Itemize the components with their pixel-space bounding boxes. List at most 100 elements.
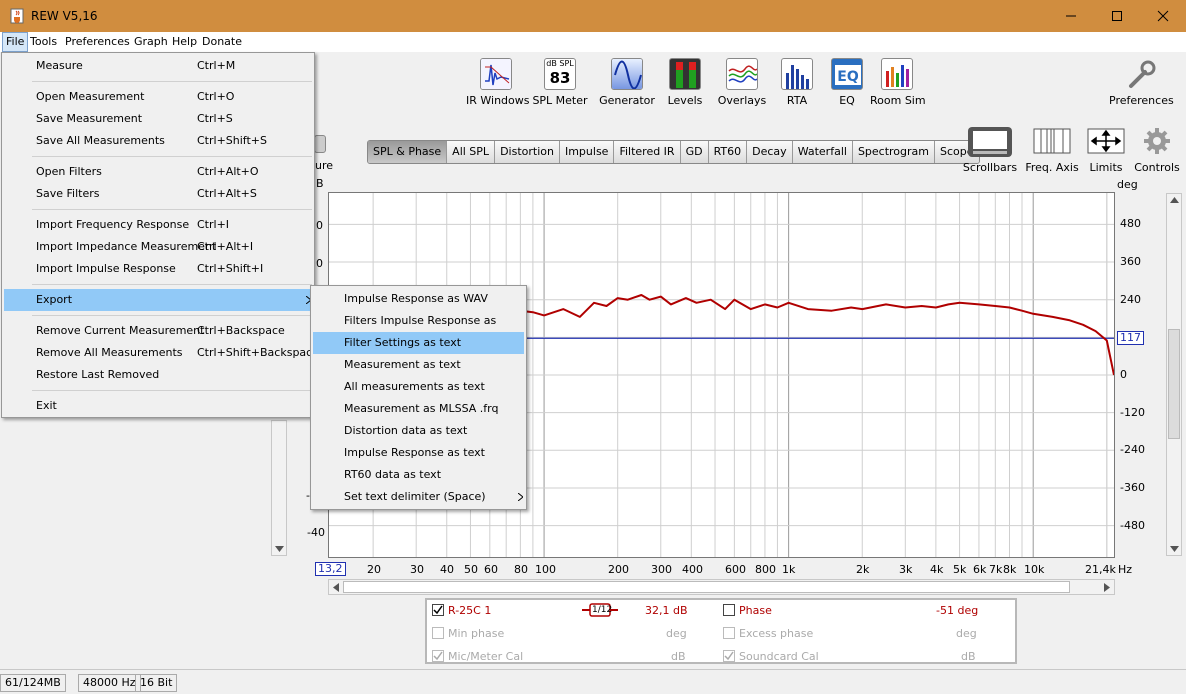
soundcard-cal-label: Soundcard Cal — [739, 650, 819, 663]
menu-item-remove-all[interactable]: Remove All Measurements Ctrl+Shift+Backsp… — [4, 342, 319, 364]
measurement-name: R-25C 1 — [448, 604, 492, 617]
tab-distortion[interactable]: Distortion — [495, 141, 560, 163]
menu-tools[interactable]: Tools — [27, 32, 60, 52]
x-axis-tick: 100 — [535, 563, 556, 576]
menu-item-export[interactable]: Export — [4, 289, 312, 311]
measure-label-fragment: ure — [315, 159, 334, 172]
left-axis-tick-low: -40 — [307, 526, 325, 539]
chevron-left-icon — [333, 583, 339, 592]
export-measurement-text[interactable]: Measurement as text — [313, 354, 524, 376]
measure-button-edge[interactable] — [314, 135, 326, 153]
tab-gd[interactable]: GD — [680, 141, 709, 163]
graph-vertical-scrollbar[interactable] — [1166, 193, 1182, 556]
menu-help[interactable]: Help — [169, 32, 200, 52]
smoothing-badge[interactable]: 1/12 — [582, 603, 618, 617]
menu-item-import-impedance[interactable]: Import Impedance Measurement Ctrl+Alt+I — [4, 236, 312, 258]
menu-graph[interactable]: Graph — [131, 32, 171, 52]
maximize-button[interactable] — [1094, 0, 1140, 32]
tab-filtered-ir[interactable]: Filtered IR — [614, 141, 681, 163]
vertical-scroll-thumb[interactable] — [1168, 329, 1180, 439]
overlays-button[interactable]: Overlays — [714, 58, 770, 107]
export-measurement-mlssa[interactable]: Measurement as MLSSA .frq — [313, 398, 524, 420]
scrollbars-button[interactable]: Scrollbars — [961, 126, 1019, 174]
menu-donate[interactable]: Donate — [199, 32, 245, 52]
scrollbars-label: Scrollbars — [962, 161, 1018, 174]
x-axis-tick: 50 — [464, 563, 478, 576]
tab-spl-phase[interactable]: SPL & Phase — [368, 141, 448, 163]
export-filters-impulse-wav[interactable]: Filters Impulse Response as WAV — [313, 310, 524, 349]
mic-cal-checkbox[interactable] — [432, 650, 444, 662]
menu-item-save-measurement[interactable]: Save Measurement Ctrl+S — [4, 108, 312, 130]
phase-trace — [520, 294, 1115, 376]
horizontal-scroll-thumb[interactable] — [343, 581, 1070, 593]
tab-waterfall[interactable]: Waterfall — [792, 141, 853, 163]
phase-value: -51 deg — [936, 604, 979, 617]
eq-button[interactable]: EQ EQ — [827, 58, 867, 107]
export-submenu: Impulse Response as WAV Filters Impulse … — [310, 285, 527, 510]
preferences-button[interactable]: Preferences — [1109, 58, 1174, 107]
minimize-button[interactable] — [1048, 0, 1094, 32]
x-axis-tick: 21,4k — [1085, 563, 1116, 576]
export-impulse-wav[interactable]: Impulse Response as WAV — [313, 288, 524, 310]
controls-button[interactable]: Controls — [1132, 126, 1182, 174]
spl-value: 32,1 dB — [645, 604, 688, 617]
export-filter-settings-text[interactable]: Filter Settings as text — [313, 332, 524, 354]
menu-preferences[interactable]: Preferences — [62, 32, 133, 52]
close-icon — [1157, 10, 1169, 22]
chevron-right-icon — [1104, 583, 1110, 592]
menu-item-exit[interactable]: Exit — [4, 395, 312, 417]
min-phase-unit: deg — [666, 627, 687, 640]
left-axis-unit-fragment: B — [316, 177, 324, 190]
menu-item-restore-last-removed[interactable]: Restore Last Removed — [4, 364, 312, 386]
spl-meter-icon: dB SPL 83 — [544, 58, 576, 90]
spl-badge-value: 83 — [549, 69, 571, 87]
x-axis-tick: 3k — [899, 563, 913, 576]
menu-item-remove-current[interactable]: Remove Current Measurement Ctrl+Backspace — [4, 320, 312, 342]
menu-item-import-impulse-response[interactable]: Import Impulse Response Ctrl+Shift+I — [4, 258, 312, 280]
phase-checkbox[interactable] — [723, 604, 735, 616]
measurement-checkbox[interactable] — [432, 604, 444, 616]
menu-item-save-filters[interactable]: Save Filters Ctrl+Alt+S — [4, 183, 312, 205]
overlays-label: Overlays — [717, 94, 767, 107]
right-axis-tick: 360 — [1120, 255, 1141, 269]
min-phase-checkbox[interactable] — [432, 627, 444, 639]
overlays-icon — [726, 58, 758, 90]
tab-all-spl[interactable]: All SPL — [447, 141, 496, 163]
room-sim-button[interactable]: Room Sim — [870, 58, 926, 107]
menu-item-save-all-measurements[interactable]: Save All Measurements Ctrl+Shift+S — [4, 130, 312, 152]
freq-axis-button[interactable]: Freq. Axis — [1024, 126, 1080, 174]
left-vertical-scrollbar[interactable] — [271, 420, 287, 556]
close-button[interactable] — [1140, 0, 1186, 32]
spl-meter-button[interactable]: dB SPL 83 SPL Meter — [532, 58, 588, 107]
tab-impulse[interactable]: Impulse — [559, 141, 615, 163]
export-impulse-text[interactable]: Impulse Response as text — [313, 442, 524, 464]
menu-item-open-measurement[interactable]: Open Measurement Ctrl+O — [4, 86, 312, 108]
soundcard-cal-checkbox[interactable] — [723, 650, 735, 662]
tab-spectrogram[interactable]: Spectrogram — [852, 141, 936, 163]
x-axis-tick: 8k — [1003, 563, 1017, 576]
tab-rt60[interactable]: RT60 — [708, 141, 748, 163]
tab-decay[interactable]: Decay — [747, 141, 793, 163]
limits-button[interactable]: Limits — [1084, 126, 1128, 174]
smoothing-label: 1/12 — [592, 605, 613, 615]
checkmark-icon — [433, 651, 443, 661]
x-axis-tick: 80 — [514, 563, 528, 576]
export-rt60-text[interactable]: RT60 data as text — [313, 464, 524, 486]
x-axis-tick: 7k — [989, 563, 1003, 576]
x-axis-tick: 40 — [440, 563, 454, 576]
menu-item-open-filters[interactable]: Open Filters Ctrl+Alt+O — [4, 161, 312, 183]
graph-horizontal-scrollbar[interactable] — [328, 579, 1115, 595]
ir-windows-button[interactable]: IR Windows — [466, 58, 530, 107]
rta-button[interactable]: RTA — [777, 58, 817, 107]
excess-phase-checkbox[interactable] — [723, 627, 735, 639]
menu-item-measure[interactable]: Measure Ctrl+M — [4, 55, 312, 77]
generator-button[interactable]: Generator — [598, 58, 656, 107]
export-set-delimiter[interactable]: Set text delimiter (Space) — [313, 486, 524, 508]
levels-button[interactable]: Levels — [663, 58, 707, 107]
export-distortion-text[interactable]: Distortion data as text — [313, 420, 524, 442]
phase-cursor-label: 117 — [1117, 331, 1144, 346]
right-axis-unit: deg — [1117, 178, 1138, 191]
menu-file[interactable]: File — [2, 32, 29, 52]
export-all-measurements-text[interactable]: All measurements as text — [313, 376, 524, 398]
menu-item-import-frequency-response[interactable]: Import Frequency Response Ctrl+I — [4, 214, 312, 236]
